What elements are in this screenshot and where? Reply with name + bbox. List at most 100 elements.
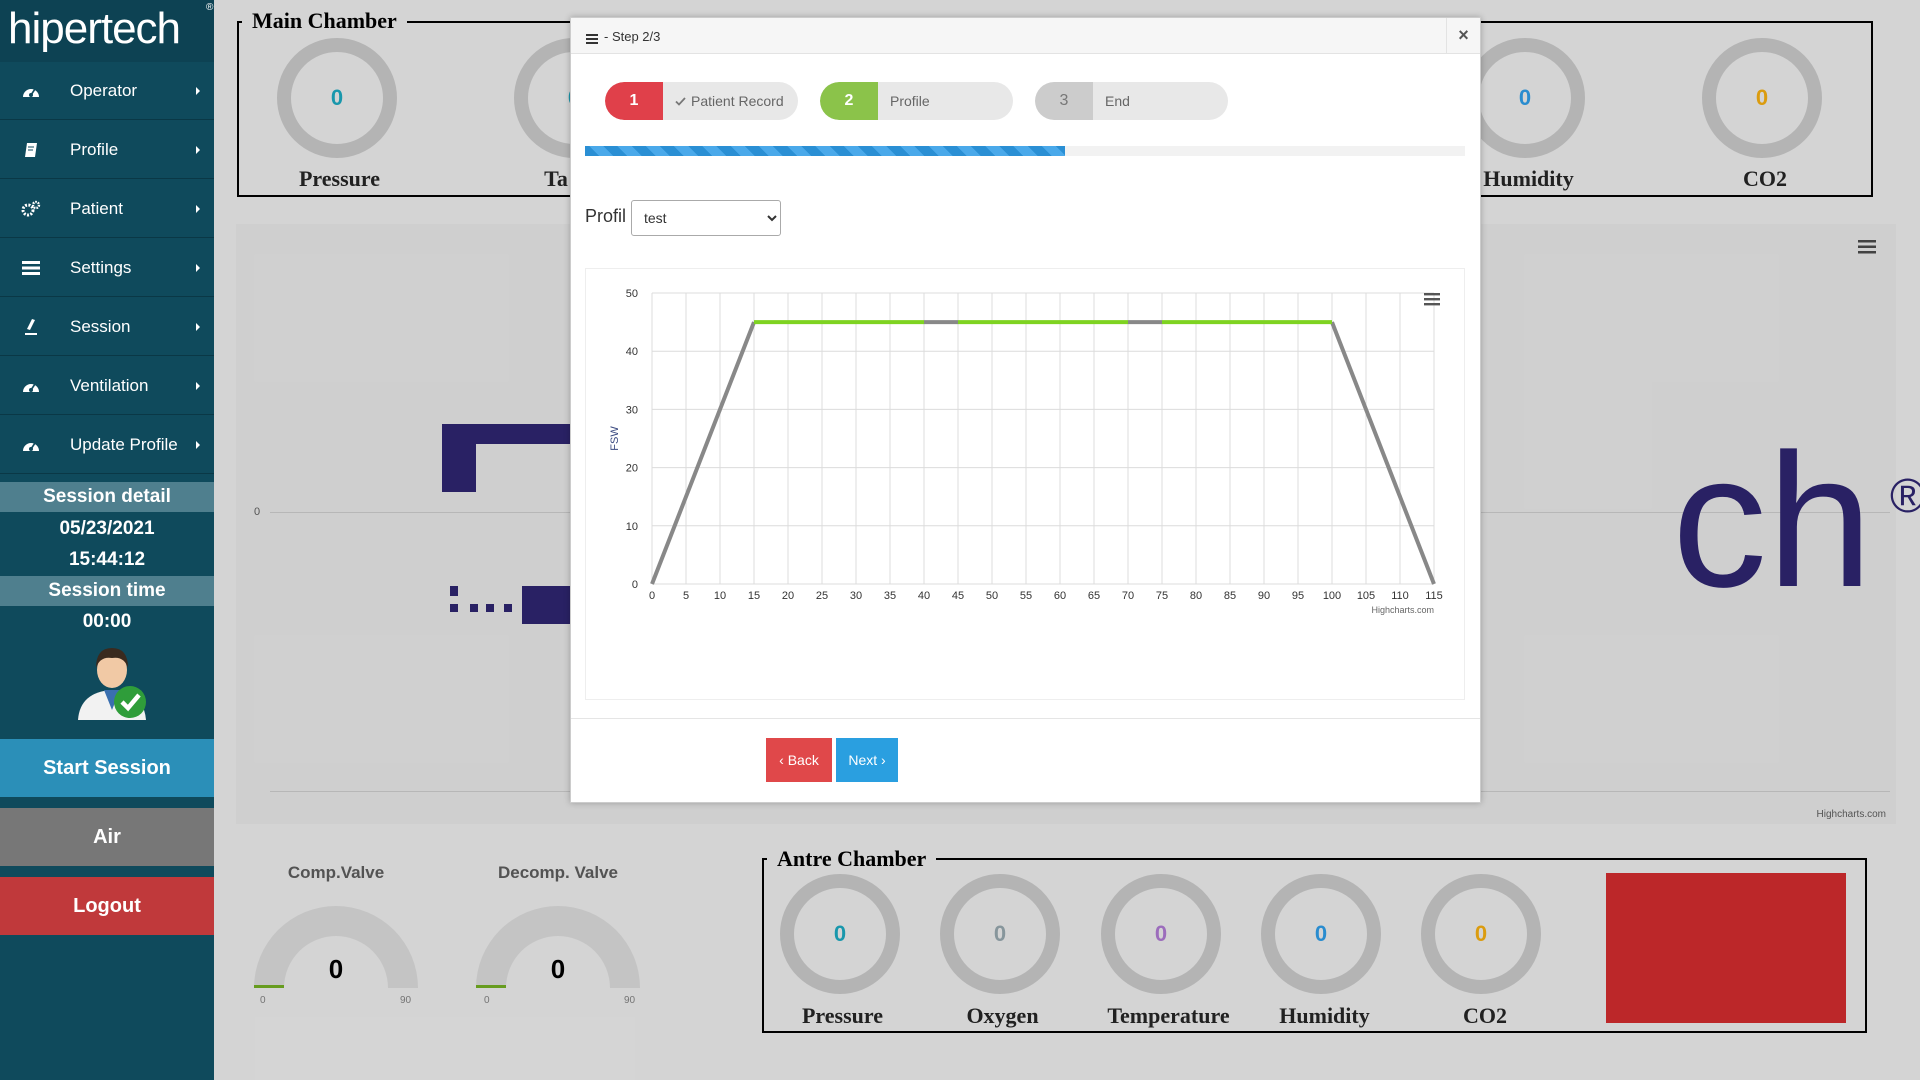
x-tick-label: 85 xyxy=(1224,590,1236,602)
air-button[interactable]: Air xyxy=(0,808,214,866)
caret-right-icon xyxy=(196,86,200,95)
sidebar-item-update-profile[interactable]: Update Profile xyxy=(0,416,214,474)
sidebar-item-label: Update Profile xyxy=(70,434,178,454)
caret-right-icon xyxy=(196,322,200,331)
x-tick-label: 70 xyxy=(1122,590,1134,602)
sidebar-item-label: Settings xyxy=(70,257,132,277)
dashboard-icon xyxy=(20,80,42,102)
sidebar-item-label: Operator xyxy=(70,80,138,100)
y-tick-label: 20 xyxy=(626,463,638,475)
x-tick-label: 40 xyxy=(918,590,930,602)
chart-menu-icon xyxy=(1424,303,1440,306)
wizard-progress-bar xyxy=(585,146,1465,156)
x-tick-label: 55 xyxy=(1020,590,1032,602)
x-tick-label: 25 xyxy=(816,590,828,602)
sidebar-item-label: Profile xyxy=(70,139,119,159)
step-number: 3 xyxy=(1035,82,1093,120)
start-session-button[interactable]: Start Session xyxy=(0,739,214,797)
x-tick-label: 50 xyxy=(986,590,998,602)
step-profile[interactable]: 2 Profile xyxy=(820,82,1013,120)
series-line xyxy=(1330,321,1436,585)
session-date: 05/23/2021 xyxy=(59,518,155,539)
step-patient-record[interactable]: 1 Patient Record xyxy=(605,82,798,120)
session-time-value: 00:00 xyxy=(82,611,132,632)
chart-menu-icon xyxy=(1424,293,1440,296)
wizard-progress-fill xyxy=(585,146,1065,156)
session-time-heading: Session time xyxy=(0,576,214,606)
modal-header: - Step 2/3 × xyxy=(571,18,1480,54)
cogs-icon xyxy=(20,198,42,220)
profile-chart-svg: 0 5 10 15 20 25 30 35 40 45 50 55 60 65 70 75 80 85 90 95 10… xyxy=(609,288,1443,615)
x-tick-label: 45 xyxy=(952,590,964,602)
x-tick-label: 115 xyxy=(1425,590,1443,602)
chart-menu-icon xyxy=(1424,298,1440,301)
chart-credit: Highcharts.com xyxy=(1371,605,1434,615)
doctor-avatar xyxy=(72,640,152,722)
flask-icon xyxy=(20,316,42,338)
y-tick-label: 30 xyxy=(626,404,638,416)
step-end[interactable]: 3 End xyxy=(1035,82,1228,120)
y-axis-label: FSW xyxy=(609,426,621,451)
close-button[interactable]: × xyxy=(1446,18,1480,54)
x-tick-label: 15 xyxy=(748,590,760,602)
modal-footer xyxy=(571,718,1480,802)
x-tick-label: 80 xyxy=(1190,590,1202,602)
dashboard-icon xyxy=(20,375,42,397)
logo-text: hipertech xyxy=(8,4,181,53)
caret-right-icon xyxy=(196,440,200,449)
next-button[interactable]: Next › xyxy=(836,738,898,782)
x-tick-label: 105 xyxy=(1357,590,1375,602)
sidebar-item-profile[interactable]: Profile xyxy=(0,121,214,179)
x-tick-label: 5 xyxy=(683,590,689,602)
sidebar-item-label: Patient xyxy=(70,198,123,218)
dashboard-icon xyxy=(20,434,42,456)
caret-right-icon xyxy=(196,263,200,272)
y-tick-label: 40 xyxy=(626,346,638,358)
x-tick-label: 95 xyxy=(1292,590,1304,602)
y-tick-label: 50 xyxy=(626,288,638,300)
profile-chart: 0 5 10 15 20 25 30 35 40 45 50 55 60 65 70 75 80 85 90 95 10… xyxy=(585,268,1465,700)
profil-select[interactable]: test xyxy=(631,200,781,236)
x-tick-label: 10 xyxy=(714,590,726,602)
x-tick-label: 20 xyxy=(782,590,794,602)
book-icon xyxy=(20,139,42,161)
profil-label: Profil xyxy=(585,206,627,226)
step-label: Profile xyxy=(890,93,930,109)
caret-right-icon xyxy=(196,204,200,213)
x-tick-label: 60 xyxy=(1054,590,1066,602)
sidebar-item-patient[interactable]: Patient xyxy=(0,180,214,238)
list-icon xyxy=(20,257,42,279)
x-tick-label: 65 xyxy=(1088,590,1100,602)
x-tick-label: 35 xyxy=(884,590,896,602)
logo-registered-mark: ® xyxy=(206,2,214,13)
logout-button[interactable]: Logout xyxy=(0,877,214,935)
x-tick-label: 90 xyxy=(1258,590,1270,602)
profile-wizard-modal: - Step 2/3 × 1 Patient Record 2 Profile … xyxy=(570,17,1481,803)
step-label: End xyxy=(1105,93,1130,109)
step-number: 1 xyxy=(605,82,663,120)
x-tick-label: 100 xyxy=(1323,590,1341,602)
back-button[interactable]: ‹ Back xyxy=(766,738,832,782)
x-tick-label: 30 xyxy=(850,590,862,602)
series-line xyxy=(650,321,756,585)
session-clock: 15:44:12 xyxy=(68,549,146,570)
sidebar-item-settings[interactable]: Settings xyxy=(0,239,214,297)
check-icon xyxy=(675,96,686,106)
y-tick-label: 0 xyxy=(632,579,638,591)
step-number: 2 xyxy=(820,82,878,120)
sidebar-item-label: Ventilation xyxy=(70,375,149,395)
sidebar-item-ventilation[interactable]: Ventilation xyxy=(0,357,214,415)
sidebar-item-label: Session xyxy=(70,316,131,336)
step-label: Patient Record xyxy=(691,93,784,109)
x-tick-label: 75 xyxy=(1156,590,1168,602)
bars-icon xyxy=(586,31,598,49)
x-tick-label: 110 xyxy=(1391,590,1409,602)
logo: hipertech ® xyxy=(0,0,214,62)
modal-title: - Step 2/3 xyxy=(604,29,661,44)
sidebar-item-session[interactable]: Session xyxy=(0,298,214,356)
x-tick-label: 0 xyxy=(649,590,655,602)
caret-right-icon xyxy=(196,381,200,390)
sidebar: hipertech ® Operator Profile Patient Set… xyxy=(0,0,214,1080)
session-detail-heading: Session detail xyxy=(0,482,214,512)
sidebar-item-operator[interactable]: Operator xyxy=(0,62,214,120)
